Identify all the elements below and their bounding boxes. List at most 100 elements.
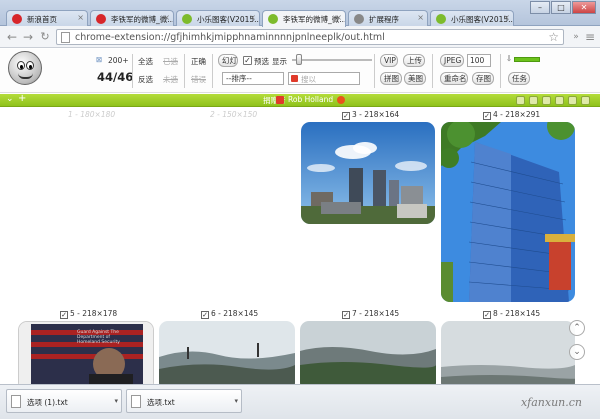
select-all-button[interactable]: 全选 [138, 56, 153, 67]
tab-3[interactable]: 小乐图客(V2015... × [176, 10, 260, 27]
author-name[interactable]: Rob Holland [288, 95, 333, 104]
caption-text: 6 - 218×145 [211, 309, 259, 318]
search-field[interactable]: 搜以 [288, 72, 360, 85]
invert-selection-button[interactable]: 反选 [138, 74, 153, 85]
preview-checkbox[interactable]: ✓ [243, 56, 252, 65]
close-icon[interactable]: × [163, 13, 170, 22]
format-select[interactable]: JPEG [440, 54, 464, 67]
divider [432, 54, 433, 88]
logo-eye-icon [26, 61, 34, 70]
size-filter-icon[interactable]: ⊠ [96, 55, 102, 64]
image-thumbnail-4[interactable] [441, 122, 575, 302]
tab-6[interactable]: 小乐图客(V2015... × [430, 10, 514, 27]
image-thumbnail-3[interactable] [301, 122, 435, 224]
image-grid: 1 - 180×180 2 - 150×150 ✓ 3 - 218×164 ✓ 4 … [0, 108, 600, 384]
tile-view-icon[interactable] [542, 96, 551, 105]
chevron-down-icon[interactable]: ▾ [114, 397, 118, 405]
correct-filter[interactable]: 正确 [191, 56, 206, 67]
tab-5[interactable]: 扩展程序 × [348, 10, 428, 27]
forward-icon[interactable]: → [20, 29, 36, 45]
close-icon[interactable]: × [503, 13, 510, 22]
close-icon[interactable]: × [335, 13, 342, 22]
quality-input[interactable]: 100 [467, 54, 491, 67]
image-caption: ✓ 4 - 218×291 [483, 110, 540, 120]
weibo-icon [96, 14, 106, 24]
unselected-button[interactable]: 未选 [163, 74, 178, 85]
caption-text: 3 - 218×164 [352, 110, 400, 119]
wrong-filter[interactable]: 错误 [191, 74, 206, 85]
image-caption: ✓ 7 - 218×145 [342, 309, 399, 319]
star-icon[interactable]: ☆ [548, 30, 559, 44]
chevron-down-icon[interactable]: ▾ [234, 397, 238, 405]
image-checkbox[interactable]: ✓ [483, 112, 491, 120]
image-thumbnail-5[interactable]: Guard Against The Department of Homeland… [18, 321, 154, 384]
scroll-bottom-button[interactable]: ⌄ [569, 344, 585, 360]
tasks-button[interactable]: 任务 [508, 72, 530, 85]
divider [132, 54, 133, 88]
scroll-top-button[interactable]: ⌃ [569, 320, 585, 336]
caption-text: 5 - 218×178 [70, 309, 118, 318]
heart-icon[interactable] [337, 96, 345, 104]
image-thumbnail-7[interactable] [300, 321, 436, 384]
reload-icon[interactable]: ↻ [37, 29, 53, 45]
download-filename: 选项.txt [147, 398, 175, 407]
image-thumbnail-6[interactable] [159, 321, 295, 384]
settings-icon[interactable] [568, 96, 577, 105]
caption-text: 8 - 218×145 [493, 309, 541, 318]
caption-text: 7 - 218×145 [352, 309, 400, 318]
image-checkbox[interactable]: ✓ [342, 112, 350, 120]
zoom-slider-handle[interactable] [296, 54, 302, 65]
extension-toolbar: ⊠ 200+ 44/46 全选 已选 反选 未选 正确 错误 幻灯 ✓ 预选 显… [0, 49, 600, 93]
slideshow-button[interactable]: 幻灯 [218, 54, 238, 67]
image-checkbox[interactable]: ✓ [201, 311, 209, 319]
collapse-icon[interactable]: ⌄ [6, 94, 14, 104]
image-checkbox[interactable]: ✓ [483, 311, 491, 319]
vip-button[interactable]: VIP [380, 54, 398, 67]
rename-button[interactable]: 重命名 [440, 72, 468, 85]
image-caption: ✓ 3 - 218×164 [342, 110, 399, 120]
close-window-button[interactable]: ✕ [572, 1, 596, 14]
selected-button[interactable]: 已选 [163, 56, 178, 67]
caption-text: 4 - 218×291 [493, 110, 541, 119]
grid-view-icon[interactable] [516, 96, 525, 105]
large-view-icon[interactable] [555, 96, 564, 105]
flag-icon [276, 96, 284, 104]
download-item-1[interactable]: 选项 (1).txt ▾ [6, 389, 122, 413]
download-arrow-icon: ⇩ [506, 54, 513, 63]
info-bar: ⌄ + 捐赠者 Rob Holland [0, 93, 600, 107]
weibo-icon [12, 14, 22, 24]
close-icon[interactable]: × [249, 13, 256, 22]
maximize-button[interactable]: □ [551, 1, 571, 14]
address-bar: ← → ↻ chrome-extension://gfjhimhkjmipphn… [0, 26, 600, 48]
zoom-slider-track[interactable] [292, 59, 372, 61]
stitch-button[interactable]: 拼图 [380, 72, 402, 85]
url-input[interactable]: chrome-extension://gfjhimhkjmipphnaminnn… [56, 29, 564, 45]
tab-2[interactable]: 李铁军的微博_微... × [90, 10, 174, 27]
list-view-icon[interactable] [529, 96, 538, 105]
save-button[interactable]: 存图 [472, 72, 494, 85]
image-checkbox[interactable]: ✓ [342, 311, 350, 319]
image-thumbnail-8[interactable] [441, 321, 575, 384]
forest-hills-image [300, 321, 436, 384]
minimize-button[interactable]: – [530, 1, 550, 14]
back-icon[interactable]: ← [4, 29, 20, 45]
add-icon[interactable]: + [18, 93, 26, 104]
menu-icon[interactable]: ≡ [582, 29, 598, 45]
flag-icon [291, 75, 298, 82]
tab-4-active[interactable]: 李铁军的微博_微... × [262, 10, 346, 27]
image-checkbox[interactable]: ✓ [60, 311, 68, 319]
help-icon[interactable] [581, 96, 590, 105]
upload-button[interactable]: 上传 [403, 54, 425, 67]
download-item-2[interactable]: 选项.txt ▾ [126, 389, 242, 413]
tab-1[interactable]: 新浪首页 × [6, 10, 88, 27]
watermark: xfanxun.cn [520, 396, 582, 409]
image-caption: ✓ 6 - 218×145 [201, 309, 258, 319]
sort-select[interactable]: --排序-- [222, 72, 284, 85]
tab-label: 新浪首页 [27, 15, 57, 24]
file-icon [131, 395, 141, 408]
size-filter-label[interactable]: 200+ [108, 56, 129, 65]
glass-tower-image [441, 122, 575, 302]
close-icon[interactable]: × [77, 13, 84, 22]
close-icon[interactable]: × [417, 13, 424, 22]
beautify-button[interactable]: 美图 [404, 72, 426, 85]
